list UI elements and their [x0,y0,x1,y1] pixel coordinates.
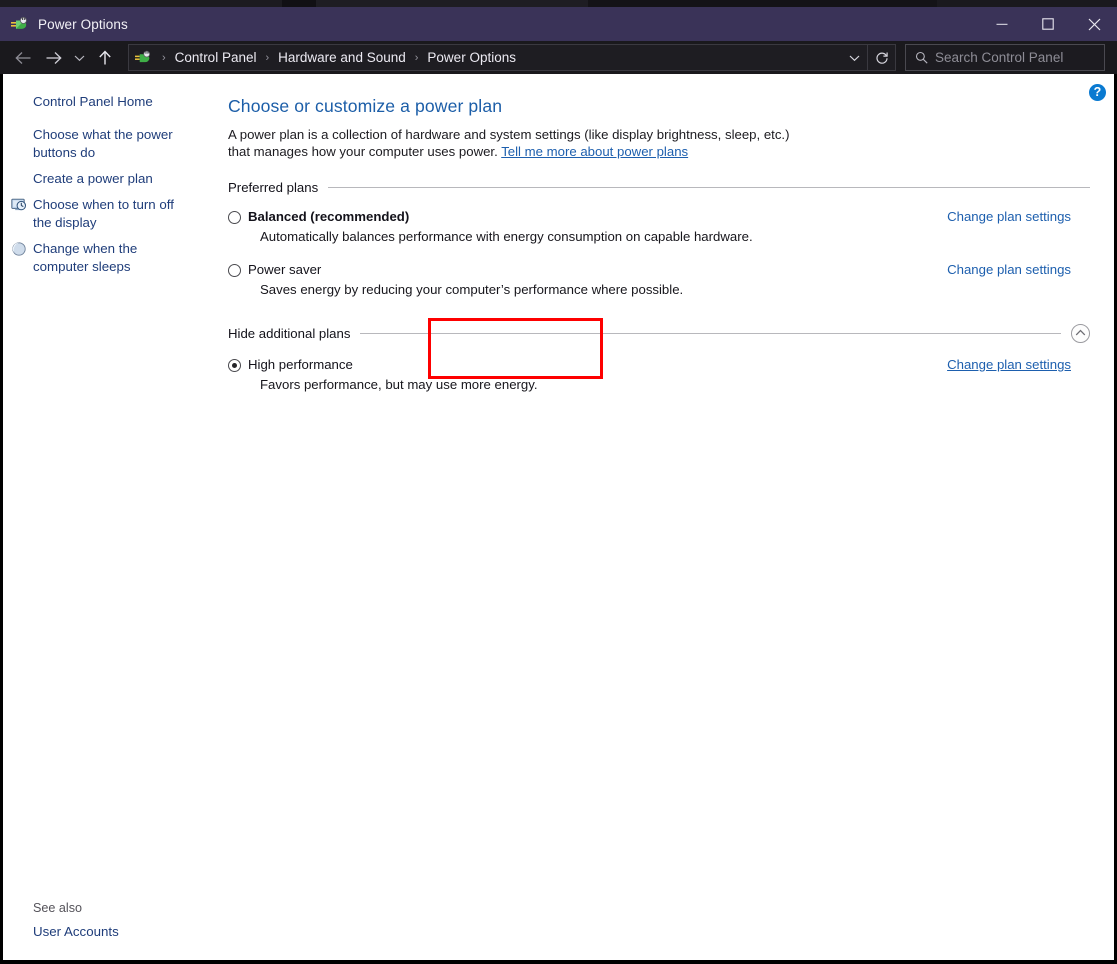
breadcrumb-control-panel[interactable]: Control Panel [173,50,259,65]
search-input[interactable]: Search Control Panel [935,50,1063,65]
plan-power-saver: Power saver Saves energy by reducing you… [228,244,1090,297]
breadcrumb-separator: › [265,51,270,64]
sidebar-item-turn-off-display[interactable]: Choose when to turn off the display [11,196,195,232]
help-icon[interactable]: ? [1089,84,1106,101]
sidebar-item-power-buttons[interactable]: Choose what the power buttons do [33,126,195,162]
window-title: Power Options [38,16,128,32]
sidebar-item-control-panel-home[interactable]: Control Panel Home [33,94,193,109]
forward-button[interactable] [38,41,68,74]
change-plan-settings-balanced[interactable]: Change plan settings [947,209,1071,224]
power-plug-icon-small [135,49,152,66]
sidebar-item-user-accounts[interactable]: User Accounts [33,924,119,939]
radio-power-saver[interactable] [228,264,241,277]
page-title: Choose or customize a power plan [228,96,503,116]
title-bar: Power Options [0,7,1117,41]
sidebar: Control Panel Home Choose what the power… [3,74,210,960]
group-heading-label: Hide additional plans [228,325,351,341]
plan-description-balanced: Automatically balances performance with … [260,229,753,244]
search-control-panel-box[interactable]: Search Control Panel [905,44,1105,71]
change-plan-settings-power-saver[interactable]: Change plan settings [947,262,1071,277]
sidebar-item-label: Choose what the power buttons do [33,127,173,160]
breadcrumb-power-options[interactable]: Power Options [425,50,518,65]
intro-text: A power plan is a collection of hardware… [228,126,811,160]
search-icon [915,51,928,64]
breadcrumb-separator: › [162,51,166,64]
plan-name-balanced[interactable]: Balanced (recommended) [248,209,409,224]
content-pane: ? Choose or customize a power plan A pow… [210,74,1114,960]
group-divider [328,186,1090,188]
top-edge-strip [0,0,1117,7]
plan-name-power-saver[interactable]: Power saver [248,262,321,277]
display-clock-icon [11,197,27,213]
power-plug-icon [11,15,29,33]
minimize-button[interactable] [979,7,1025,41]
group-heading-row: Preferred plans [228,178,1090,196]
chevron-up-icon[interactable] [1071,323,1090,343]
tell-me-more-link[interactable]: Tell me more about power plans [501,144,688,159]
sleep-moon-icon [11,241,27,257]
group-divider [360,332,1061,334]
plan-high-performance: High performance Favors performance, but… [228,342,1090,392]
plan-description-power-saver: Saves energy by reducing your computer’s… [260,282,684,297]
recent-locations-chevron-down-icon[interactable] [68,41,90,74]
plan-description-high-performance: Favors performance, but may use more ene… [260,377,538,392]
breadcrumb-separator: › [414,51,419,64]
close-button[interactable] [1071,7,1117,41]
address-bar: › Control Panel › Hardware and Sound › P… [0,41,1117,74]
up-button[interactable] [90,41,120,74]
sidebar-item-label: Create a power plan [33,171,153,186]
sidebar-item-label: Change when the computer sleeps [33,241,138,274]
breadcrumb-hardware-and-sound[interactable]: Hardware and Sound [276,50,408,65]
plan-balanced: Balanced (recommended) Automatically bal… [228,196,1090,244]
refresh-icon[interactable] [867,45,895,70]
sidebar-task-list: Choose what the power buttons do Create … [11,126,195,284]
sidebar-item-label: Choose when to turn off the display [33,197,174,230]
address-dropdown-chevron-down-icon[interactable] [841,54,867,62]
breadcrumb-bar[interactable]: › Control Panel › Hardware and Sound › P… [128,44,896,71]
group-additional-plans: Hide additional plans High performance F… [228,323,1090,392]
see-also-label: See also [33,901,83,915]
group-heading-label: Preferred plans [228,179,319,195]
sidebar-item-computer-sleeps[interactable]: Change when the computer sleeps [12,240,195,276]
group-heading-row: Hide additional plans [228,323,1090,343]
back-button[interactable] [8,41,38,74]
maximize-button[interactable] [1025,7,1071,41]
group-preferred-plans: Preferred plans Balanced (recommended) A… [228,178,1090,297]
radio-high-performance[interactable] [228,359,241,372]
power-options-window: Power Options › Control Panel › Hardware… [0,0,1117,964]
sidebar-item-create-power-plan[interactable]: Create a power plan [33,170,195,188]
window-body: Control Panel Home Choose what the power… [0,74,1117,964]
radio-balanced[interactable] [228,211,241,224]
change-plan-settings-high-performance[interactable]: Change plan settings [947,357,1071,372]
plan-name-high-performance[interactable]: High performance [248,357,353,372]
